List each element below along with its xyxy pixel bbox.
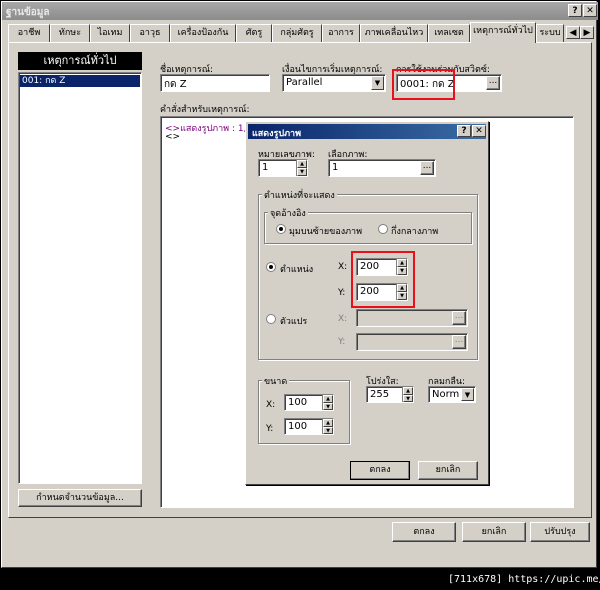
zoom-y-spinner[interactable]: ▲ ▼: [322, 419, 333, 434]
var-y-browse-button[interactable]: ...: [452, 335, 466, 349]
cancel-button[interactable]: ยกเลิก: [462, 522, 526, 542]
dialog-close-icon[interactable]: ✕: [472, 125, 486, 137]
ok-button[interactable]: ตกลง: [392, 522, 456, 542]
tab-weapons[interactable]: อาวุธ: [130, 24, 170, 42]
zoom-x-label: X:: [266, 400, 276, 410]
zoom-group-title: ขนาด: [262, 374, 290, 388]
commands-label: คำสั่งสำหรับเหตุการณ์:: [160, 105, 250, 115]
y-label: Y:: [338, 288, 346, 298]
var-y-input[interactable]: ...: [356, 333, 468, 351]
tab-system[interactable]: ระบบ: [536, 24, 564, 42]
zoom-y-input[interactable]: 100 ▲ ▼: [284, 418, 334, 435]
event-list[interactable]: 001: กด Z: [18, 72, 142, 484]
origin-group-title: จุดอ้างอิง: [268, 206, 308, 220]
graphic-value: 1: [332, 162, 339, 173]
list-header: เหตุการณ์ทั่วไป: [18, 52, 142, 70]
show-picture-dialog: แสดงรูปภาพ ? ✕ หมายเลขภาพ: 1 ▲ ▼ เลือกภาพ…: [245, 121, 489, 485]
variable-position-radio[interactable]: [266, 314, 276, 324]
x-label: X:: [338, 262, 348, 272]
blend-value: Norm: [432, 389, 460, 400]
tab-classes[interactable]: อาชีพ: [8, 24, 50, 42]
trigger-value: Parallel: [286, 77, 323, 88]
opacity-input[interactable]: 255 ▲ ▼: [366, 386, 414, 403]
dialog-help-button[interactable]: ?: [457, 125, 471, 137]
variable-position-label: ตัวแปร: [280, 317, 308, 327]
picture-number-spinner[interactable]: ▲ ▼: [296, 160, 307, 176]
list-item[interactable]: 001: กด Z: [20, 75, 140, 87]
window-title: ฐานข้อมูล: [6, 7, 50, 18]
zoom-x-spinner[interactable]: ▲ ▼: [322, 395, 333, 410]
var-x-browse-button[interactable]: ...: [452, 311, 466, 325]
tab-common-events[interactable]: เหตุการณ์ทั่วไป: [470, 22, 536, 43]
tab-armors[interactable]: เครื่องป้องกัน: [170, 24, 236, 42]
picture-number-value: 1: [262, 162, 269, 173]
var-x-label: X:: [338, 314, 348, 324]
highlight-position: [351, 251, 415, 308]
highlight-switch: [392, 69, 455, 100]
opacity-spinner[interactable]: ▲ ▼: [402, 387, 413, 402]
origin-upper-left-radio[interactable]: [276, 224, 286, 234]
window-titlebar: ฐานข้อมูล ? ✕: [2, 2, 598, 20]
tab-tilesets[interactable]: เทลเซต: [428, 24, 470, 42]
tab-states[interactable]: อาการ: [322, 24, 360, 42]
zoom-x-input[interactable]: 100 ▲ ▼: [284, 394, 334, 411]
zoom-y-label: Y:: [266, 424, 274, 434]
origin-center-label: กึ่งกลางภาพ: [391, 227, 439, 237]
tab-skills[interactable]: ทักษะ: [50, 24, 90, 42]
graphic-browse-button[interactable]: ...: [420, 161, 434, 175]
chevron-down-icon[interactable]: ▼: [461, 388, 474, 401]
origin-center-radio[interactable]: [378, 224, 388, 234]
picture-number-input[interactable]: 1 ▲ ▼: [258, 159, 308, 177]
direct-position-radio[interactable]: [266, 262, 276, 272]
tab-items[interactable]: ไอเทม: [90, 24, 130, 42]
command-line[interactable]: <>: [165, 132, 180, 142]
trigger-select[interactable]: Parallel ▼: [282, 74, 386, 92]
graphic-input[interactable]: 1 ...: [328, 159, 436, 177]
var-x-input[interactable]: ...: [356, 309, 468, 327]
var-y-label: Y:: [338, 337, 346, 347]
tab-troops[interactable]: กลุ่มศัตรู: [272, 24, 322, 42]
watermark-text: [711x678] https://upic.me/: [448, 574, 600, 585]
tab-enemies[interactable]: ศัตรู: [236, 24, 272, 42]
apply-button[interactable]: ปรับปรุง: [530, 522, 590, 542]
chevron-down-icon[interactable]: ▼: [371, 76, 384, 90]
zoom-y-value: 100: [288, 421, 308, 432]
origin-upper-left-label: มุมบนซ้ายของภาพ: [289, 227, 363, 237]
opacity-value: 255: [370, 389, 390, 400]
dialog-cancel-button[interactable]: ยกเลิก: [418, 461, 478, 480]
position-group-title: ตำแหน่งที่จะแสดง: [262, 188, 337, 202]
tab-scroll-right-icon[interactable]: ▶: [580, 26, 594, 39]
change-maximum-button[interactable]: กำหนดจำนวนข้อมูล...: [18, 489, 142, 507]
dialog-title: แสดงรูปภาพ: [252, 129, 301, 139]
tab-animations[interactable]: ภาพเคลื่อนไหว: [360, 24, 428, 42]
direct-position-label: ตำแหน่ง: [280, 265, 314, 275]
dialog-ok-button[interactable]: ตกลง: [350, 461, 410, 480]
zoom-x-value: 100: [288, 397, 308, 408]
tab-scroll-left-icon[interactable]: ◀: [566, 26, 580, 39]
help-button[interactable]: ?: [568, 4, 582, 17]
close-icon[interactable]: ✕: [583, 4, 597, 17]
event-name-input[interactable]: กด Z: [160, 74, 270, 92]
blend-select[interactable]: Norm ▼: [428, 386, 476, 403]
dialog-titlebar: แสดงรูปภาพ ? ✕: [248, 124, 486, 139]
switch-browse-button[interactable]: ...: [486, 76, 500, 90]
